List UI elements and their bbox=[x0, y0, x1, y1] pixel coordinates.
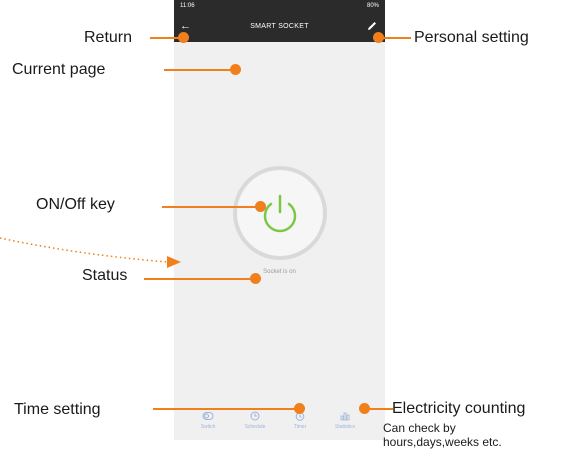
line-personal-setting bbox=[379, 37, 411, 39]
label-personal-setting: Personal setting bbox=[414, 29, 529, 46]
line-onoff-key bbox=[162, 206, 260, 208]
marker-status bbox=[250, 273, 261, 284]
line-status bbox=[144, 278, 256, 280]
line-electricity-counting bbox=[367, 408, 393, 410]
line-current-page bbox=[164, 69, 236, 71]
label-time-setting: Time setting bbox=[14, 401, 101, 418]
marker-current-page bbox=[230, 64, 241, 75]
label-current-page: Current page bbox=[12, 61, 106, 78]
line-time-setting bbox=[153, 408, 299, 410]
marker-time-setting bbox=[294, 403, 305, 414]
note-electricity-1: Can check by bbox=[383, 421, 456, 435]
label-onoff-key: ON/Off key bbox=[36, 196, 115, 213]
label-electricity-counting: Electricity counting bbox=[392, 400, 526, 417]
label-return: Return bbox=[84, 29, 133, 46]
note-electricity-2: hours,days,weeks etc. bbox=[383, 435, 502, 449]
marker-return bbox=[178, 32, 189, 43]
label-status: Status bbox=[82, 267, 128, 284]
marker-onoff-key bbox=[255, 201, 266, 212]
